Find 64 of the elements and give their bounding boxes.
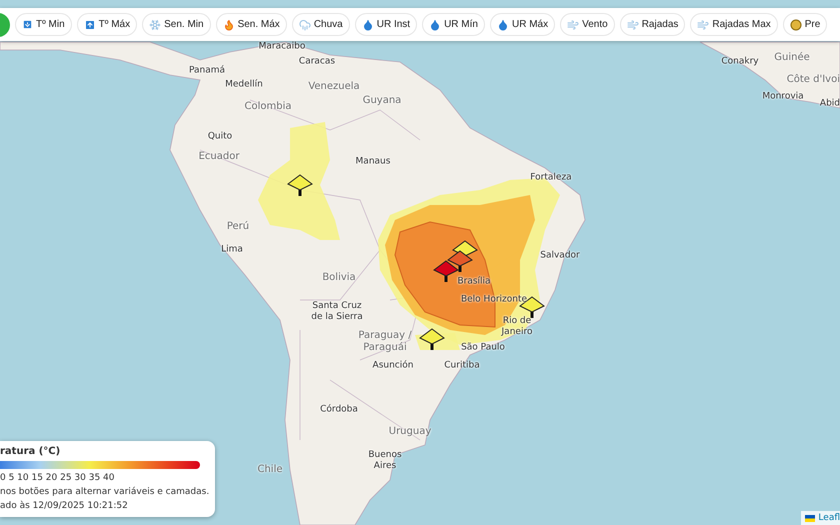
layer-button[interactable]: Tº Máx: [76, 13, 138, 36]
wind-icon: [567, 18, 580, 30]
layer-button[interactable]: Rajadas Max: [690, 13, 778, 36]
country-label: Côte d'Ivoi: [786, 74, 840, 86]
country-label: Uruguay: [388, 426, 432, 438]
city-label: Salvador: [540, 250, 580, 262]
rain-cloud-icon: [298, 18, 311, 30]
country-label: Ecuador: [198, 151, 240, 163]
city-label: Monrovia: [762, 92, 804, 102]
layer-button[interactable]: Vento: [560, 13, 615, 36]
flag-icon: [805, 514, 816, 522]
droplet-icon: [429, 18, 442, 30]
arrow-up-icon: [84, 18, 96, 30]
warning-sign-icon: [419, 328, 445, 350]
city-label: Manaus: [356, 156, 390, 168]
snowflake-icon: [149, 18, 162, 30]
layer-button[interactable]: Pre: [782, 13, 828, 36]
flame-icon: [222, 18, 235, 30]
city-label: Rio de Janeiro: [500, 316, 534, 338]
country-label: Venezuela: [308, 81, 360, 93]
city-label: Lima: [221, 244, 243, 256]
city-label: Maracaibo: [258, 42, 306, 52]
wind-icon: [697, 18, 710, 30]
city-label: São Paulo: [461, 342, 505, 354]
layer-button[interactable]: UR Máx: [490, 13, 556, 36]
wind-icon: [626, 18, 639, 30]
country-label: Colombia: [244, 101, 292, 113]
layer-button[interactable]: Sen. Máx: [216, 13, 287, 36]
city-label: Belo Horizonte: [460, 294, 528, 306]
city-label: Brasília: [457, 276, 491, 288]
warning-sign-icon: [433, 260, 459, 282]
city-label: Conakry: [721, 56, 759, 68]
city-label: Asunción: [372, 360, 414, 372]
warning-sign-icon: [447, 250, 473, 272]
country-label: Guyana: [362, 95, 402, 107]
city-label: Quito: [208, 132, 232, 142]
city-label: Abid: [820, 98, 840, 110]
country-label: Chile: [257, 464, 283, 476]
city-label: Santa Cruz de la Sierra: [310, 301, 364, 323]
layer-button[interactable]: Chuva: [292, 13, 350, 36]
country-label: Paraguay / Paraguái: [357, 330, 413, 354]
droplet-icon: [496, 18, 509, 30]
warning-sign-icon: [287, 174, 313, 196]
city-label: Medellín: [225, 80, 263, 90]
city-label: Buenos Aires: [367, 450, 403, 472]
city-label: Caracas: [298, 56, 336, 68]
layer-button[interactable]: Tº Min: [15, 13, 72, 36]
layer-button[interactable]: UR Inst: [354, 13, 418, 36]
legend-hint: nos botões para alternar variáveis e camadas.: [0, 487, 210, 497]
country-label: Bolivia: [322, 272, 356, 284]
city-label: Córdoba: [320, 404, 358, 416]
arrow-down-icon: [22, 19, 33, 30]
city-label: Panamá: [188, 66, 226, 76]
city-label: Fortaleza: [530, 172, 572, 184]
country-label: Guinée: [774, 52, 810, 64]
scale-labels: 0 5 10 15 20 25 30 35 40: [0, 473, 116, 483]
legend-title: ratura (°C): [0, 446, 62, 457]
update-time: ado às 12/09/2025 10:21:52: [0, 501, 129, 511]
layer-button[interactable]: Sen. Min: [142, 13, 211, 36]
droplet-icon: [362, 18, 374, 30]
layer-button[interactable]: UR Mín: [422, 13, 485, 36]
city-label: Curitiba: [444, 360, 480, 372]
layer-button[interactable]: Rajadas: [620, 13, 686, 36]
country-label: Perú: [226, 221, 250, 233]
